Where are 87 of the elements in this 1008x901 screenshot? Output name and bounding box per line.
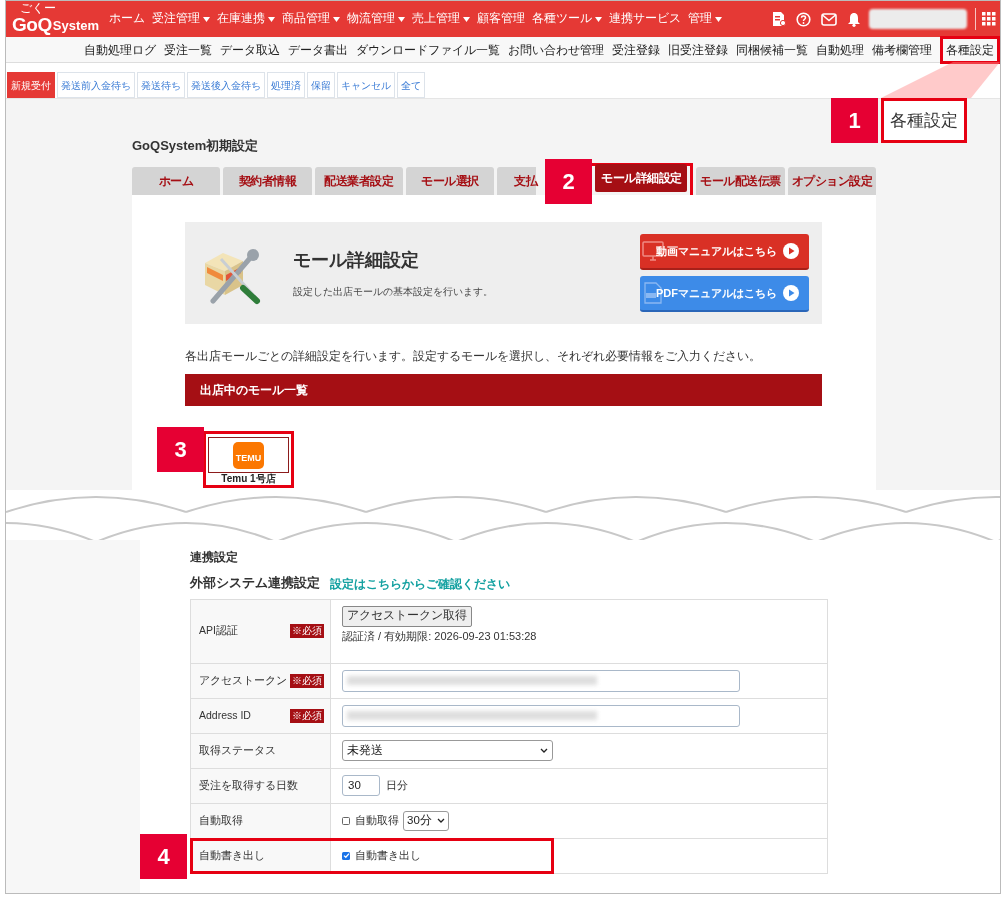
mall-list-header: 出店中のモール一覧 [185, 374, 822, 406]
field-label: 自動取得 [199, 812, 243, 828]
sub-nav-link[interactable]: 自動処理ログ [84, 40, 156, 59]
checkbox-label: 自動書き出し [355, 848, 421, 864]
status-select[interactable]: 未発送 [342, 740, 553, 761]
field-label: 取得ステータス [199, 742, 276, 758]
field-label: 自動書き出し [199, 847, 265, 863]
nav-menu-item[interactable]: 受注管理 [152, 10, 210, 28]
status-tab[interactable]: 新規受付 [7, 72, 55, 98]
help-link[interactable]: 設定はこちらからご確認ください [330, 574, 510, 593]
sub-nav-link[interactable]: 備考欄管理 [872, 40, 932, 59]
text-field[interactable] [342, 669, 740, 692]
sub-nav-link[interactable]: 受注登録 [612, 40, 660, 59]
settings-tab[interactable]: モール選択 [406, 167, 495, 195]
days-input[interactable]: 30 [342, 775, 380, 796]
required-tag: ※必須 [290, 624, 324, 638]
settings-tab[interactable]: モール詳細設定 [595, 164, 688, 192]
mall-name: Temu 1号店 [221, 473, 276, 485]
sub-nav-link[interactable]: 旧受注登録 [668, 40, 728, 59]
sub-nav-link[interactable]: 受注一覧 [164, 40, 212, 59]
unit-label: 日分 [386, 778, 408, 794]
status-tab[interactable]: キャンセル [337, 72, 395, 98]
field-label: Address ID [199, 707, 251, 723]
checkbox-label: 自動取得 [355, 813, 399, 829]
sub-nav-link[interactable]: お問い合わせ管理 [508, 40, 604, 59]
nav-menu-item[interactable]: ホーム [109, 10, 145, 28]
sub-nav-link[interactable]: 各種設定 [940, 35, 1000, 64]
sub-nav-link[interactable]: データ取込 [220, 40, 280, 59]
required-tag: ※必須 [290, 673, 324, 688]
required-tag: ※必須 [290, 708, 324, 723]
get-token-button[interactable]: アクセストークン取得 [342, 605, 472, 627]
header-subtitle: 設定した出店モールの基本設定を行います。 [293, 285, 494, 299]
field-label: 受注を取得する日数 [199, 777, 298, 793]
settings-tab[interactable]: 契約者情報 [223, 167, 312, 195]
nav-menu-item[interactable]: 在庫連携 [217, 10, 275, 28]
settings-tab[interactable]: モール配送伝票 [696, 167, 785, 195]
settings-tab[interactable]: 支払 [497, 167, 537, 195]
mall-tile[interactable]: TEMU Temu 1号店 [203, 431, 294, 488]
nav-menu-item[interactable]: 商品管理 [282, 10, 340, 28]
chevron-down-icon [436, 818, 445, 823]
help-icon[interactable] [796, 11, 811, 27]
chevron-down-icon [540, 748, 548, 753]
section-subheading: 外部システム連携設定 [190, 574, 320, 592]
sub-nav-link[interactable]: 同梱候補一覧 [736, 40, 808, 59]
checkbox[interactable] [342, 816, 350, 825]
status-tab[interactable]: 発送待ち [137, 72, 185, 98]
logo[interactable]: ごくー GoQSystem [12, 3, 99, 37]
settings-tab[interactable]: ホーム [132, 167, 221, 195]
step-number-badge: 3 [157, 427, 204, 472]
step-number-badge: 1 [831, 98, 878, 143]
nav-menu-item[interactable]: 売上管理 [412, 10, 470, 28]
document-gear-icon[interactable] [772, 11, 786, 27]
text-field[interactable] [342, 704, 740, 727]
field-label: API認証 [199, 623, 238, 639]
step-number-badge: 4 [140, 834, 187, 879]
status-tab[interactable]: 保留 [307, 72, 335, 98]
interval-select[interactable]: 30分 [403, 810, 449, 831]
field-label: アクセストークン [199, 672, 287, 688]
nav-menu-item[interactable]: 管理 [688, 10, 722, 28]
status-tab[interactable]: 発送後入金待ち [187, 72, 265, 98]
temu-logo: TEMU [233, 441, 264, 469]
settings-tab[interactable]: オプション設定 [787, 167, 876, 195]
callout-label: 各種設定 [881, 98, 967, 143]
manual-button[interactable]: PDFマニュアルはこちら [640, 276, 809, 312]
section-heading: 連携設定 [190, 549, 239, 566]
description-text: 各出店モールごとの詳細設定を行います。設定するモールを選択し、それぞれ必要情報をご入力ください。 [185, 348, 761, 365]
nav-menu-item[interactable]: 連携サービス [609, 10, 681, 28]
play-icon [783, 285, 799, 301]
status-tab[interactable]: 全て [397, 72, 425, 98]
sub-nav-link[interactable]: 自動処理 [816, 40, 864, 59]
bell-icon[interactable] [847, 11, 861, 27]
play-icon [783, 243, 799, 259]
nav-menu-item[interactable]: 顧客管理 [477, 10, 525, 28]
settings-tab[interactable]: 配送業者設定 [314, 167, 403, 195]
step-number-badge: 2 [545, 159, 592, 204]
status-tab[interactable]: 発送前入金待ち [57, 72, 135, 98]
page-title: GoQSystem初期設定 [132, 137, 260, 155]
sub-nav-link[interactable]: データ書出 [288, 40, 348, 59]
manual-button[interactable]: 動画マニュアルはこちら [640, 234, 809, 270]
auth-status-text: 認証済 / 有効期限: 2026-09-23 01:53:28 [342, 628, 538, 644]
sub-nav-link[interactable]: ダウンロードファイル一覧 [356, 40, 500, 59]
header-title: モール詳細設定 [293, 249, 420, 272]
apps-grid-icon[interactable] [982, 12, 996, 26]
status-tab[interactable]: 処理済 [267, 72, 305, 98]
nav-menu-item[interactable]: 各種ツール [532, 10, 602, 28]
nav-menu-item[interactable]: 物流管理 [347, 10, 405, 28]
mail-icon[interactable] [821, 12, 837, 26]
